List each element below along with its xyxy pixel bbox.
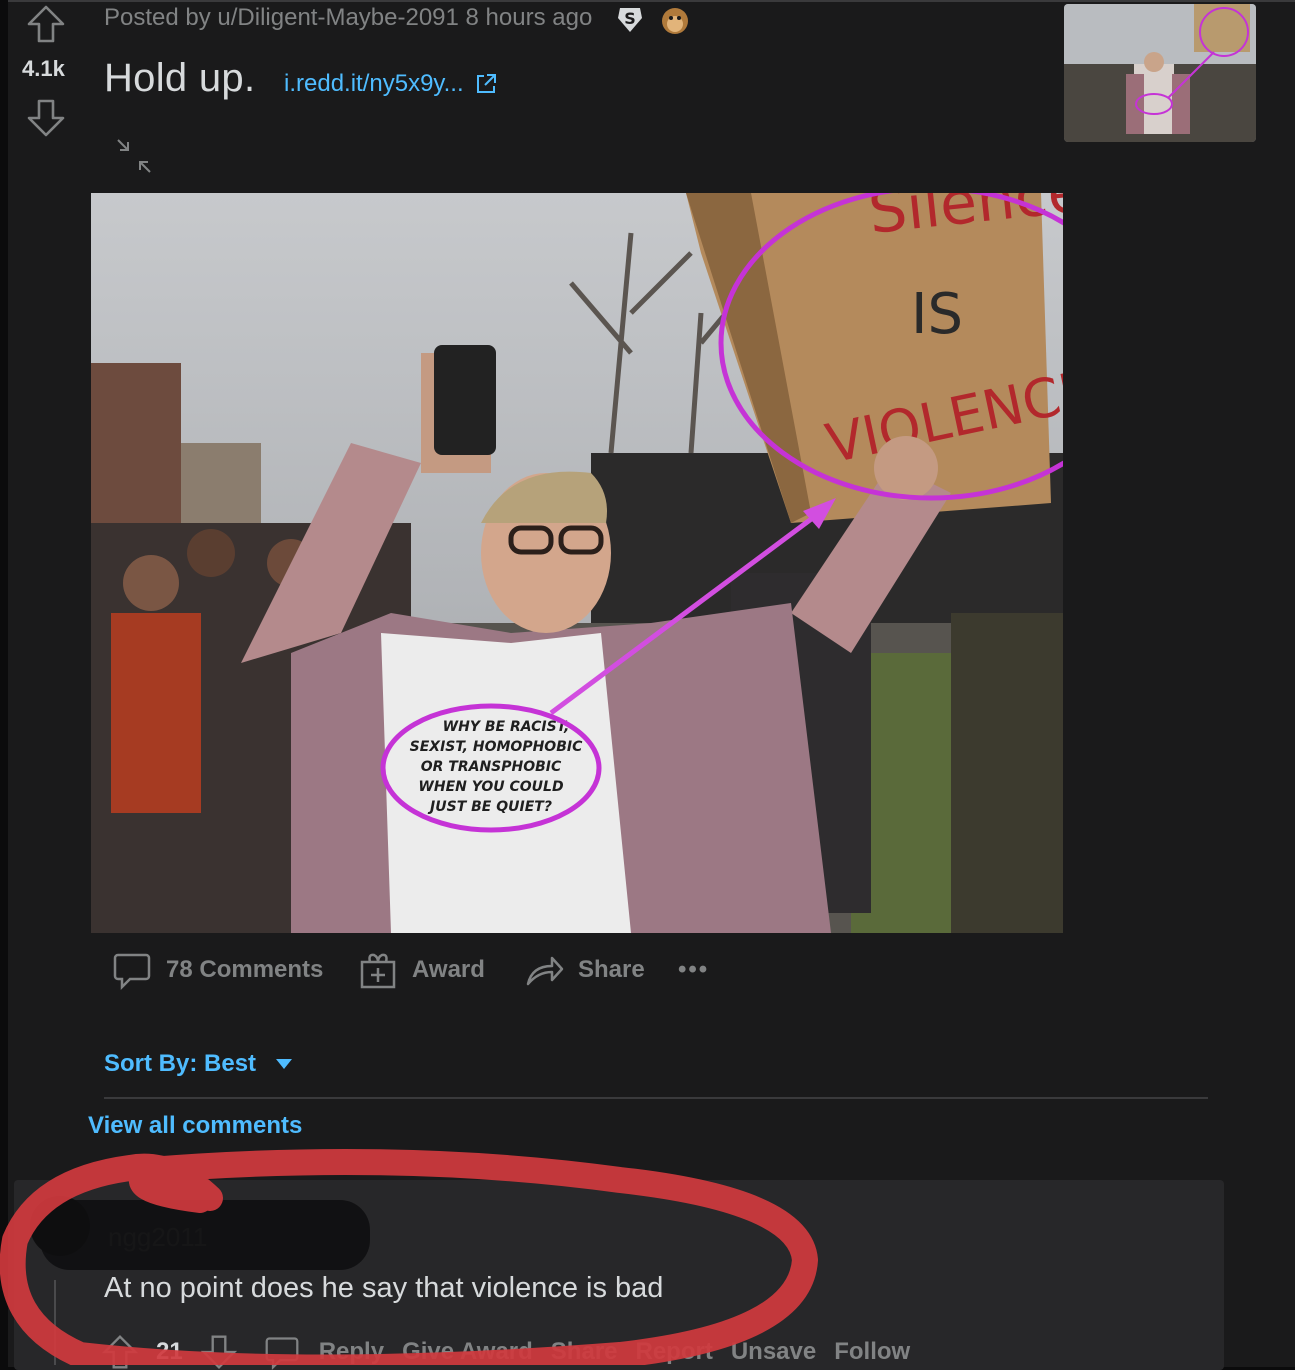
post-link[interactable]: i.redd.it/ny5x9y...	[284, 70, 498, 98]
follow-button[interactable]: Follow	[834, 1338, 910, 1366]
post-title[interactable]: Hold up.	[104, 56, 255, 101]
comments-label: 78 Comments	[166, 956, 324, 983]
award-label: Award	[412, 956, 485, 983]
shirt-line-1: WHY BE RACIST,	[443, 719, 570, 735]
post-link-text[interactable]: i.redd.it/ny5x9y...	[284, 70, 464, 98]
upvote-button[interactable]	[26, 4, 66, 44]
svg-text:S: S	[624, 9, 636, 28]
comments-button[interactable]: 78 Comments	[112, 950, 323, 990]
monkey-award-icon	[660, 4, 690, 41]
arrow-down-icon	[27, 99, 65, 137]
comment-icon	[113, 953, 151, 990]
more-options-icon: •••	[678, 956, 710, 983]
post-meta: Posted by u/Diligent-Maybe-2091 8 hours …	[104, 4, 593, 31]
sort-dropdown[interactable]: Sort By: Best	[104, 1050, 294, 1078]
collapse-arrows-icon	[117, 139, 151, 173]
downvote-button[interactable]	[26, 98, 66, 138]
share-label: Share	[578, 956, 645, 983]
shirt-line-2: SEXIST, HOMOPHOBIC	[410, 739, 583, 755]
sign-text-is: IS	[911, 282, 963, 347]
vote-count: 4.1k	[22, 56, 65, 81]
view-all-comments-link[interactable]: View all comments	[88, 1112, 302, 1140]
shirt-line-4: WHEN YOU COULD	[418, 779, 563, 795]
post-image[interactable]: Silence IS VIOLENCE WHY BE RACIST, SEXIS…	[91, 193, 1063, 933]
arrow-up-icon	[27, 5, 65, 43]
caret-down-icon	[276, 1059, 293, 1069]
red-annotation-circle	[0, 1149, 818, 1365]
gift-icon	[360, 953, 396, 989]
award-button[interactable]: Award	[358, 950, 485, 990]
shirt-line-3: OR TRANSPHOBIC	[421, 759, 562, 775]
share-button[interactable]: Share	[524, 950, 645, 990]
collapse-button[interactable]	[114, 138, 154, 174]
more-options-button[interactable]: •••	[678, 956, 709, 984]
external-link-icon	[476, 74, 496, 93]
post-thumbnail[interactable]	[1064, 4, 1256, 142]
divider	[104, 1097, 1208, 1099]
silver-award-icon: S	[616, 4, 644, 39]
sort-label: Sort By: Best	[104, 1050, 257, 1077]
shirt-line-5: JUST BE QUIET?	[427, 799, 552, 815]
share-arrow-icon	[526, 956, 564, 986]
